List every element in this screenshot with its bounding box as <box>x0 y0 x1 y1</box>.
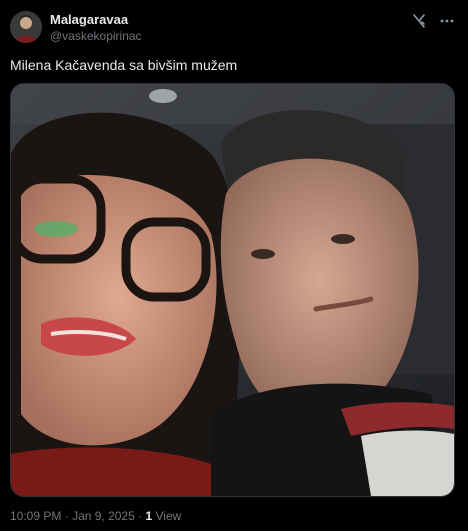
grok-icon[interactable] <box>410 12 428 30</box>
post-date[interactable]: Jan 9, 2025 <box>72 509 135 523</box>
top-actions <box>410 12 456 30</box>
post-photo[interactable] <box>10 83 455 497</box>
post-time[interactable]: 10:09 PM <box>10 509 61 523</box>
more-icon[interactable] <box>438 12 456 30</box>
views-label: View <box>155 509 182 523</box>
views-count: 1 <box>145 509 153 523</box>
display-name[interactable]: Malagaravaa <box>50 12 142 28</box>
selfie-photo <box>11 84 454 496</box>
avatar-image <box>10 11 42 43</box>
post-header: Malagaravaa @vaskekopirinac <box>10 10 458 46</box>
meta-separator: · <box>64 509 69 523</box>
user-block: Malagaravaa @vaskekopirinac <box>50 12 142 44</box>
avatar[interactable] <box>10 11 42 43</box>
post-meta: 10:09 PM · Jan 9, 2025 · 1 View <box>10 508 181 524</box>
post-text: Milena Kačavenda sa bivšim mužem <box>10 57 238 73</box>
user-handle[interactable]: @vaskekopirinac <box>50 28 142 44</box>
meta-separator-2: · <box>138 509 143 523</box>
